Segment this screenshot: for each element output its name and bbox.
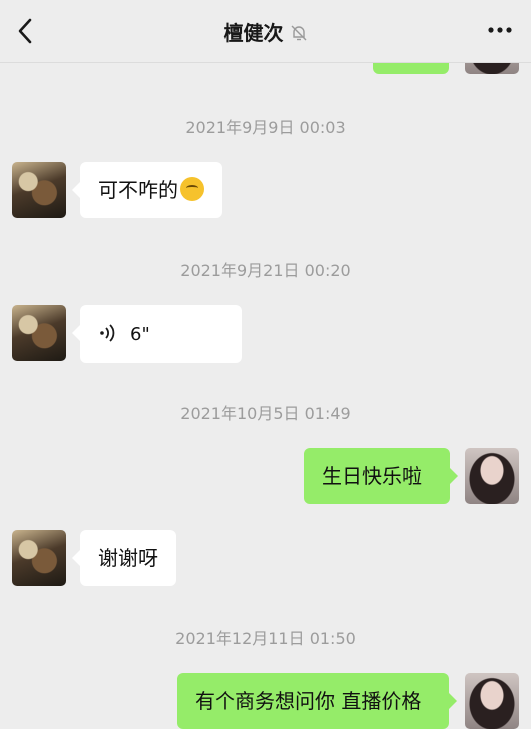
sent-message[interactable]: 生日快乐啦 [304, 448, 458, 504]
voice-message[interactable]: 6" [72, 305, 242, 363]
message-text: 生日快乐啦 [322, 464, 422, 488]
message-text: 谢谢呀 [98, 546, 158, 570]
voice-wave-icon [100, 324, 115, 342]
timestamp: 2021年12月11日 01:50 [175, 629, 356, 648]
received-message[interactable]: 可不咋的 [72, 162, 222, 218]
self-avatar[interactable] [465, 448, 519, 504]
voice-duration: 6" [130, 324, 150, 345]
chat-header: 檀健次 [0, 0, 531, 63]
contact-name: 檀健次 [223, 21, 284, 45]
thinking-emoji-icon [180, 177, 204, 201]
timestamp: 2021年9月21日 00:20 [180, 261, 351, 280]
bell-off-icon [291, 25, 306, 41]
contact-avatar[interactable] [12, 530, 66, 586]
more-dots-icon[interactable] [487, 26, 513, 34]
sent-message[interactable]: 有个商务想问你 直播价格 [177, 673, 457, 729]
chat-title: 檀健次 [0, 17, 531, 46]
received-message[interactable]: 谢谢呀 [72, 530, 176, 586]
contact-avatar[interactable] [12, 305, 66, 361]
contact-avatar[interactable] [12, 162, 66, 218]
message-text: 有个商务想问你 直播价格 [195, 689, 422, 713]
message-text: 可不咋的 [98, 178, 178, 202]
timestamp: 2021年9月9日 00:03 [185, 118, 346, 137]
timestamp: 2021年10月5日 01:49 [180, 404, 351, 423]
self-avatar[interactable] [465, 673, 519, 729]
